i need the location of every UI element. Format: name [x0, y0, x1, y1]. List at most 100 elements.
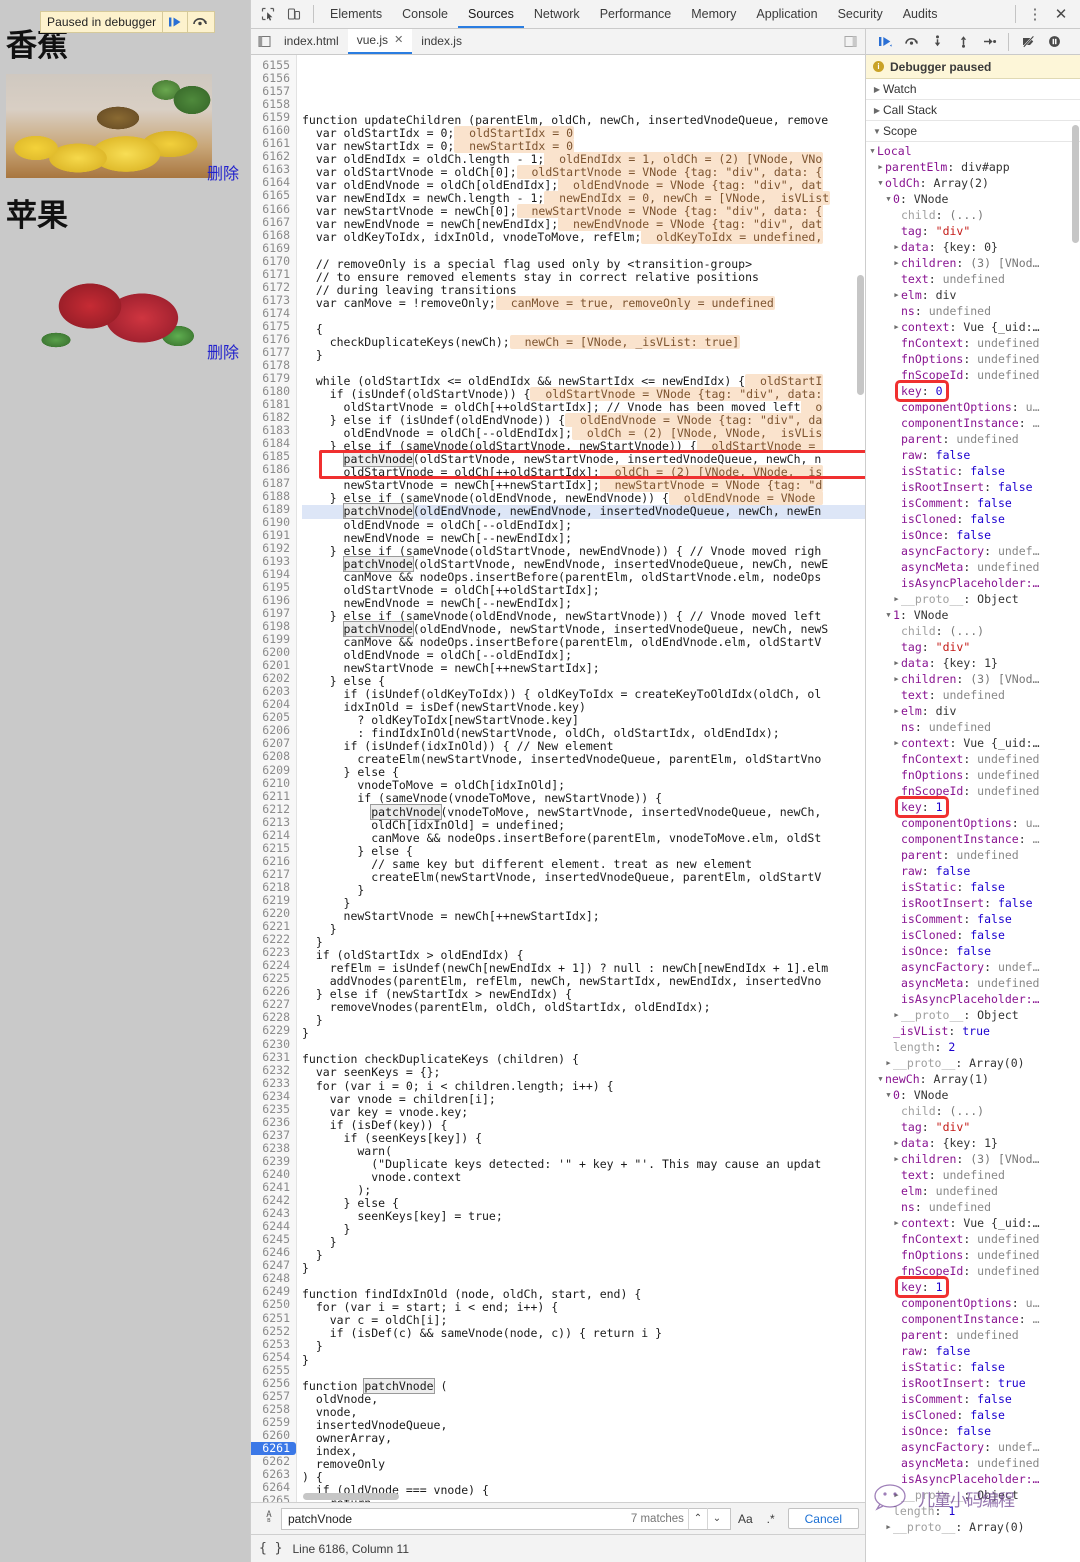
tab-audits[interactable]: Audits: [893, 0, 948, 28]
scope-row[interactable]: ▶ __proto__: Object: [866, 1007, 1080, 1023]
code-line[interactable]: patchVnode(oldEndVnode, newEndVnode, ins…: [302, 503, 865, 520]
code-line[interactable]: // to ensure removed elements stay in co…: [302, 270, 865, 284]
code-line[interactable]: for (var i = 0; i < children.length; i++…: [302, 1079, 865, 1093]
line-number[interactable]: 6236: [251, 1115, 296, 1129]
inspect-element-icon[interactable]: [255, 1, 281, 27]
code-line[interactable]: );: [302, 1183, 865, 1197]
line-number[interactable]: 6217: [251, 867, 296, 881]
code-line[interactable]: }: [302, 1014, 865, 1027]
line-number[interactable]: 6196: [251, 593, 296, 607]
scope-row[interactable]: ▶ context: Vue {_uid:…: [866, 735, 1080, 751]
chevron-right-icon[interactable]: ▶: [892, 591, 901, 607]
tab-application[interactable]: Application: [746, 0, 827, 28]
scope-row[interactable]: ▼ Local: [866, 143, 1080, 159]
step-into-next-function-call-icon[interactable]: [924, 29, 950, 55]
code-line[interactable]: canMove && nodeOps.insertBefore(parentEl…: [302, 570, 865, 584]
scope-row[interactable]: ▶ data: {key: 0}: [866, 239, 1080, 255]
line-number[interactable]: 6187: [251, 476, 296, 490]
line-number[interactable]: 6210: [251, 776, 296, 790]
line-number[interactable]: 6253: [251, 1337, 296, 1351]
line-number[interactable]: 6189: [251, 502, 296, 516]
chevron-right-icon[interactable]: ▶: [876, 159, 885, 175]
code-line[interactable]: }: [302, 1222, 865, 1236]
code-line[interactable]: var vnode = children[i];: [302, 1092, 865, 1106]
tab-network[interactable]: Network: [524, 0, 590, 28]
line-number[interactable]: 6194: [251, 567, 296, 581]
code-content[interactable]: function updateChildren (parentElm, oldC…: [297, 55, 865, 1502]
chevron-right-icon[interactable]: ▶: [892, 239, 901, 255]
tab-performance[interactable]: Performance: [590, 0, 682, 28]
line-number[interactable]: 6186: [251, 463, 296, 476]
scope-row[interactable]: ▶ __proto__: Array(0): [866, 1519, 1080, 1535]
code-line[interactable]: oldCh[idxInOld] = undefined;: [302, 818, 865, 832]
chevron-down-icon[interactable]: ▼: [868, 143, 877, 159]
chevron-right-icon[interactable]: ▶: [892, 287, 901, 303]
line-number[interactable]: 6255: [251, 1363, 296, 1377]
line-number[interactable]: 6214: [251, 828, 296, 842]
code-line[interactable]: warn(: [302, 1144, 865, 1158]
code-line[interactable]: oldEndVnode = oldCh[--oldEndIdx];: [302, 518, 865, 532]
tab-memory[interactable]: Memory: [681, 0, 746, 28]
scope-row[interactable]: ▶ __proto__: Object: [866, 1487, 1080, 1503]
code-line[interactable]: // during leaving transitions: [302, 283, 865, 297]
chevron-right-icon[interactable]: ▶: [892, 1487, 901, 1503]
scope-row[interactable]: ▶ children: (3) [VNod…: [866, 1151, 1080, 1167]
code-line[interactable]: [302, 1367, 865, 1380]
chevron-right-icon[interactable]: ▶: [892, 671, 901, 687]
chevron-right-icon[interactable]: ▶: [892, 1215, 901, 1231]
code-line[interactable]: index,: [302, 1444, 865, 1458]
search-prev-button[interactable]: ⌃: [687, 1508, 707, 1529]
search-input[interactable]: [286, 1510, 631, 1527]
code-line[interactable]: canMove && nodeOps.insertBefore(parentEl…: [302, 635, 865, 649]
scope-tree[interactable]: ▼ Local ▶ parentElm: div#app ▼ oldCh: Array(2…: [866, 142, 1080, 1562]
code-line[interactable]: if (seenKeys[key]) {: [302, 1131, 865, 1145]
match-case-button[interactable]: Aa: [731, 1512, 760, 1526]
file-tab-index-js[interactable]: index.js: [412, 29, 471, 54]
scope-row[interactable]: ▶ children: (3) [VNod…: [866, 671, 1080, 687]
line-number[interactable]: 6232: [251, 1063, 296, 1077]
match-case-icon[interactable]: Aᴮ: [257, 1510, 281, 1527]
line-number[interactable]: 6257: [251, 1389, 296, 1403]
line-number[interactable]: 6173: [251, 293, 296, 307]
search-field[interactable]: 7 matches ⌃ ⌄: [281, 1507, 731, 1530]
chevron-down-icon[interactable]: ▼: [876, 1071, 885, 1087]
section-call-stack[interactable]: ▶ Call Stack: [866, 100, 1080, 121]
code-line[interactable]: }: [302, 1027, 865, 1040]
line-number[interactable]: 6235: [251, 1102, 296, 1116]
file-tab-vue-js[interactable]: vue.js ✕: [347, 29, 413, 54]
line-number[interactable]: 6211: [251, 789, 296, 803]
code-line[interactable]: canMove && nodeOps.insertBefore(parentEl…: [302, 831, 865, 845]
code-vertical-scrollbar[interactable]: [857, 275, 864, 395]
line-number[interactable]: 6231: [251, 1050, 296, 1064]
code-line[interactable]: if (isDef(key)) {: [302, 1118, 865, 1132]
line-number[interactable]: 6190: [251, 515, 296, 529]
code-line[interactable]: [302, 310, 865, 323]
code-line[interactable]: patchVnode(vnodeToMove, newStartVnode, i…: [302, 803, 865, 820]
scope-row[interactable]: ▶ context: Vue {_uid:…: [866, 319, 1080, 335]
code-line[interactable]: vnode,: [302, 1405, 865, 1419]
chevron-right-icon[interactable]: ▶: [892, 1151, 901, 1167]
code-line[interactable]: }: [302, 922, 865, 936]
scope-row[interactable]: ▶ parentElm: div#app: [866, 159, 1080, 175]
code-line[interactable]: createElm(newStartVnode, insertedVnodeQu…: [302, 870, 865, 884]
search-next-button[interactable]: ⌄: [706, 1508, 726, 1529]
scope-row[interactable]: ▼ newCh: Array(1): [866, 1071, 1080, 1087]
line-number[interactable]: 6238: [251, 1141, 296, 1155]
scope-row[interactable]: ▶ children: (3) [VNod…: [866, 255, 1080, 271]
step-over-next-function-call-icon[interactable]: [898, 29, 924, 55]
line-number[interactable]: 6165: [251, 189, 296, 202]
cancel-button[interactable]: Cancel: [787, 1508, 859, 1529]
step-icon[interactable]: [976, 29, 1002, 55]
tab-console[interactable]: Console: [392, 0, 458, 28]
file-tab-index-html[interactable]: index.html: [275, 29, 348, 54]
line-number[interactable]: 6237: [251, 1128, 296, 1142]
line-number[interactable]: 6252: [251, 1324, 296, 1338]
delete-link-apple[interactable]: 删除: [207, 339, 239, 363]
code-line[interactable]: oldStartVnode = oldCh[++oldStartIdx];: [302, 583, 865, 597]
close-icon[interactable]: ✕: [1048, 1, 1074, 27]
line-number[interactable]: 6259: [251, 1415, 296, 1429]
show-debugger-sidebar-icon[interactable]: [839, 31, 861, 53]
code-line[interactable]: ) {: [302, 1470, 865, 1484]
code-line[interactable]: insertedVnodeQueue,: [302, 1418, 865, 1432]
code-line[interactable]: }: [302, 1262, 865, 1275]
